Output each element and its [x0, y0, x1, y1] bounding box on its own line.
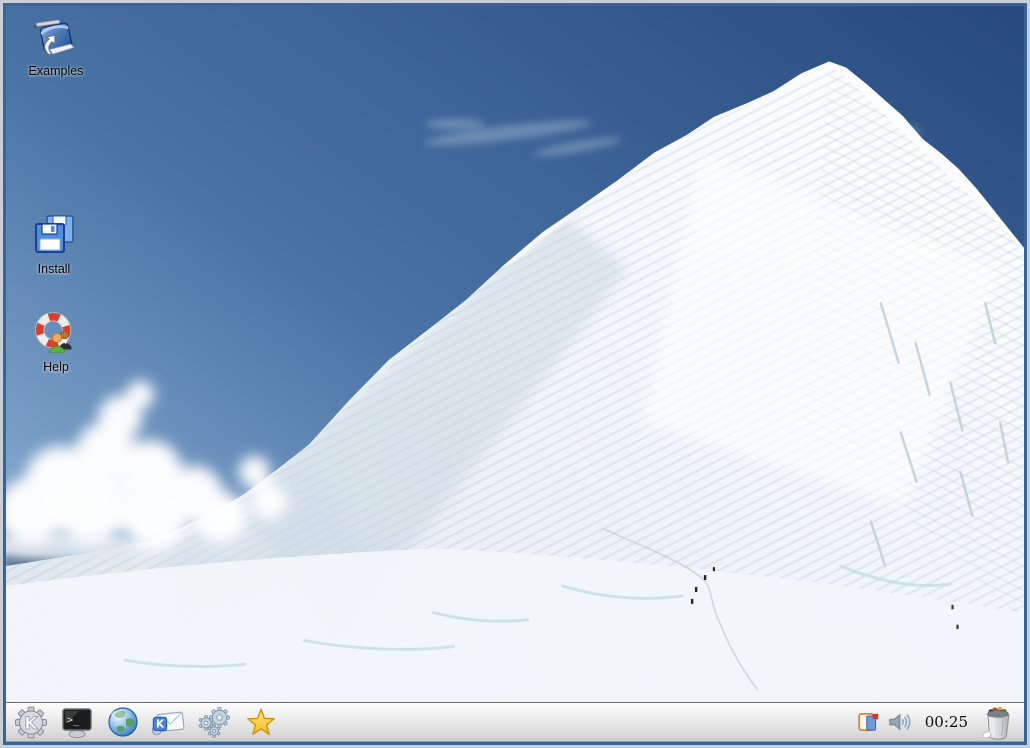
panel-launchers: K >_	[13, 704, 279, 740]
desktop-icon-label: Install	[38, 263, 71, 277]
konsole-terminal-icon: >_	[59, 704, 95, 740]
taskbar-panel: K >_	[6, 702, 1024, 742]
kontact-mail-icon: K	[151, 704, 187, 740]
panel-clock[interactable]: 00:25	[925, 713, 968, 731]
system-settings-gears-icon	[197, 704, 233, 740]
examples-notebook-icon	[32, 14, 80, 62]
desktop-icon-label: Help	[43, 361, 69, 375]
lifebuoy-help-icon	[32, 310, 80, 358]
svg-text:K: K	[24, 714, 38, 734]
desktop-icon-install[interactable]: Install	[12, 212, 96, 277]
konsole-button[interactable]: >_	[59, 704, 95, 740]
clipboard-tray-button[interactable]	[857, 710, 881, 734]
kmenu-button[interactable]: K	[13, 704, 49, 740]
volume-tray-button[interactable]	[887, 710, 911, 734]
kmenu-icon: K	[13, 704, 49, 740]
kontact-button[interactable]: K	[151, 704, 187, 740]
favorites-star-button[interactable]	[243, 704, 279, 740]
desktop-icon-help[interactable]: Help	[14, 310, 98, 375]
trash-button[interactable]	[980, 703, 1016, 741]
trash-full-icon	[980, 703, 1016, 741]
svg-text:K: K	[156, 719, 165, 731]
floppy-disks-icon	[30, 212, 78, 260]
web-browser-button[interactable]	[105, 704, 141, 740]
desktop-icon-examples[interactable]: Examples	[14, 14, 98, 79]
wallpaper-alpamayo	[6, 6, 1024, 702]
clipboard-tray-icon	[857, 710, 881, 734]
system-tray	[857, 710, 911, 734]
favorites-star-icon	[243, 704, 279, 740]
web-browser-globe-icon	[105, 704, 141, 740]
desktop-screen: Examples Install	[0, 0, 1030, 748]
svg-text:>_: >_	[67, 715, 80, 726]
system-settings-button[interactable]	[197, 704, 233, 740]
volume-tray-icon	[887, 710, 911, 734]
desktop-icon-label: Examples	[29, 65, 84, 79]
desktop-area: Examples Install	[6, 6, 1024, 702]
